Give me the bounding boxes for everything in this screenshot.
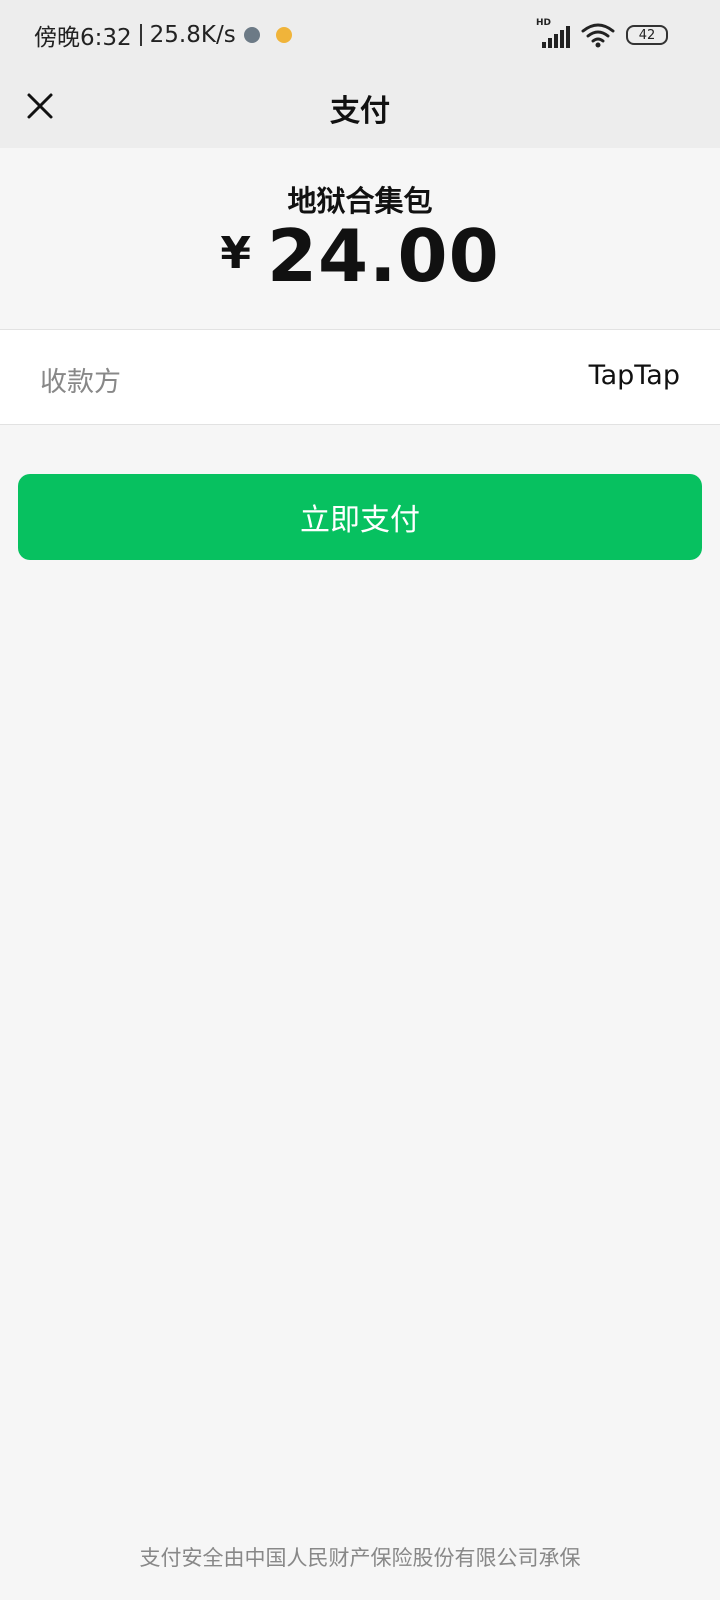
status-separator [139,24,142,46]
signal-icon: HD [536,18,570,48]
currency-symbol: ¥ [220,228,251,279]
wifi-icon [581,23,615,48]
signal-bar-3 [554,34,558,48]
emoji-icon [275,27,292,43]
amount-row: ¥ 24.00 [0,218,720,292]
status-right-group: HD 42 [536,18,668,48]
payee-value: TapTap [588,360,680,391]
signal-bar-5 [566,26,570,48]
network-label: HD [536,18,552,28]
payee-row: 收款方 TapTap [0,329,720,425]
status-bar: 傍晚6:32 25.8K/s HD 42 [0,0,720,70]
message-icon [243,27,260,43]
signal-bar-4 [560,30,564,48]
status-left-group: 傍晚6:32 25.8K/s [34,18,292,52]
signal-bar-1 [542,42,546,48]
signal-bar-2 [548,38,552,48]
pay-now-button[interactable]: 立即支付 [18,474,702,560]
insurance-note: 支付安全由中国人民财产保险股份有限公司承保 [139,1546,581,1570]
status-time: 傍晚6:32 [34,25,132,51]
battery-icon: 42 [626,25,668,45]
network-speed: 25.8K/s [149,22,236,48]
page-title: 支付 [330,94,390,129]
payment-amount: 24.00 [266,214,500,298]
top-navigation: 支付 [0,70,720,148]
battery-level: 42 [638,27,656,43]
payee-label: 收款方 [40,367,121,398]
order-summary: 地狱合集包 ¥ 24.00 [0,148,720,328]
